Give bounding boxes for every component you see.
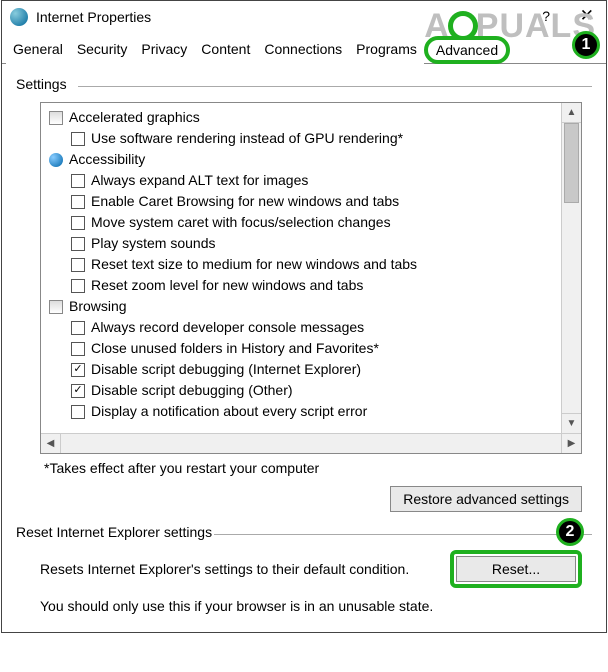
- globe-icon: [49, 153, 63, 167]
- tab-privacy[interactable]: Privacy: [134, 36, 194, 64]
- horizontal-scrollbar[interactable]: ◀ ▶: [41, 433, 581, 453]
- category-browsing: Browsing: [49, 296, 581, 317]
- category-icon: [49, 300, 63, 314]
- reset-button[interactable]: Reset...: [456, 556, 576, 582]
- list-item[interactable]: Disable script debugging (Other): [49, 380, 581, 401]
- reset-group-label: Reset Internet Explorer settings: [16, 524, 592, 540]
- help-button[interactable]: ?: [542, 8, 550, 24]
- annotation-step-1: 1: [572, 31, 600, 59]
- checkbox[interactable]: [71, 195, 85, 209]
- list-item[interactable]: Enable Caret Browsing for new windows an…: [49, 191, 581, 212]
- list-item[interactable]: Play system sounds: [49, 233, 581, 254]
- settings-tree-items: Accelerated graphics Use software render…: [41, 103, 581, 422]
- tab-security[interactable]: Security: [70, 36, 135, 64]
- annotation-step-2: 2: [556, 518, 584, 546]
- reset-row: Resets Internet Explorer's settings to t…: [40, 550, 582, 588]
- scroll-left-icon[interactable]: ◀: [41, 434, 61, 453]
- reset-button-highlight: Reset... 2: [450, 550, 582, 588]
- settings-group-label: Settings: [16, 76, 592, 92]
- list-item[interactable]: Reset text size to medium for new window…: [49, 254, 581, 275]
- checkbox[interactable]: [71, 342, 85, 356]
- list-item[interactable]: Display a notification about every scrip…: [49, 401, 581, 422]
- internet-properties-window: Internet Properties ? ✕ APUALS General S…: [1, 0, 607, 633]
- list-item[interactable]: Always expand ALT text for images: [49, 170, 581, 191]
- tab-general[interactable]: General: [6, 36, 70, 64]
- category-accelerated-graphics: Accelerated graphics: [49, 107, 581, 128]
- globe-icon: [10, 8, 28, 26]
- tab-content-area: Settings Accelerated graphics Use softwa…: [2, 64, 606, 632]
- checkbox[interactable]: [71, 237, 85, 251]
- list-item[interactable]: Always record developer console messages: [49, 317, 581, 338]
- checkbox[interactable]: [71, 384, 85, 398]
- checkbox[interactable]: [71, 216, 85, 230]
- checkbox[interactable]: [71, 321, 85, 335]
- category-icon: [49, 111, 63, 125]
- restore-advanced-settings-button[interactable]: Restore advanced settings: [390, 486, 582, 512]
- scroll-thumb[interactable]: [564, 123, 579, 203]
- reset-warning: You should only use this if your browser…: [40, 598, 582, 614]
- settings-footnote: *Takes effect after you restart your com…: [44, 460, 592, 476]
- scroll-right-icon[interactable]: ▶: [561, 434, 581, 453]
- list-item[interactable]: Close unused folders in History and Favo…: [49, 338, 581, 359]
- tab-content[interactable]: Content: [194, 36, 257, 64]
- checkbox[interactable]: [71, 132, 85, 146]
- checkbox[interactable]: [71, 174, 85, 188]
- close-button[interactable]: ✕: [580, 6, 594, 26]
- tab-advanced[interactable]: Advanced: [424, 36, 510, 64]
- reset-description: Resets Internet Explorer's settings to t…: [40, 561, 436, 577]
- window-title: Internet Properties: [36, 9, 151, 25]
- scroll-up-icon[interactable]: ▲: [562, 103, 581, 123]
- vertical-scrollbar[interactable]: ▲ ▼: [561, 103, 581, 433]
- checkbox[interactable]: [71, 363, 85, 377]
- checkbox[interactable]: [71, 405, 85, 419]
- scroll-down-icon[interactable]: ▼: [562, 413, 581, 433]
- settings-tree[interactable]: Accelerated graphics Use software render…: [40, 102, 582, 454]
- list-item[interactable]: Reset zoom level for new windows and tab…: [49, 275, 581, 296]
- checkbox[interactable]: [71, 279, 85, 293]
- titlebar: Internet Properties ? ✕: [2, 1, 606, 33]
- checkbox[interactable]: [71, 258, 85, 272]
- list-item[interactable]: Disable script debugging (Internet Explo…: [49, 359, 581, 380]
- list-item[interactable]: Use software rendering instead of GPU re…: [49, 128, 581, 149]
- tab-connections[interactable]: Connections: [257, 36, 349, 64]
- category-accessibility: Accessibility: [49, 149, 581, 170]
- tab-programs[interactable]: Programs: [349, 36, 424, 64]
- tab-strip: General Security Privacy Content Connect…: [2, 35, 606, 64]
- list-item[interactable]: Move system caret with focus/selection c…: [49, 212, 581, 233]
